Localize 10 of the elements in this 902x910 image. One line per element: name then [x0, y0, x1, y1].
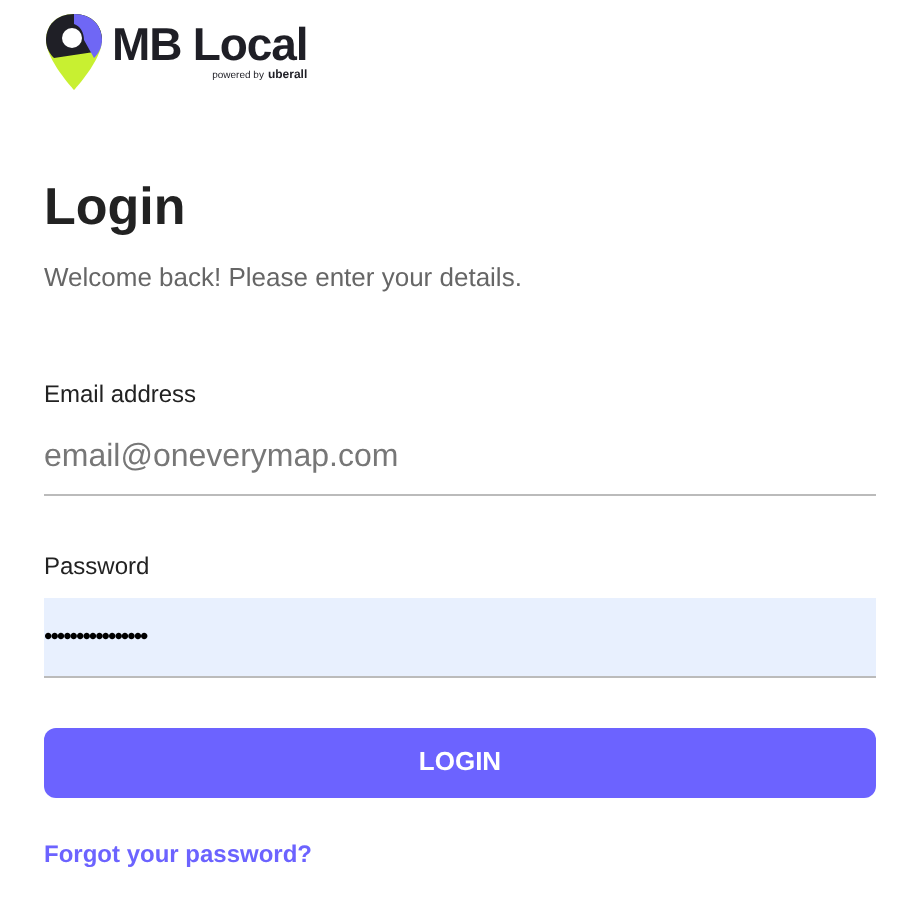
- password-field[interactable]: ••••••••••••••••: [44, 597, 876, 677]
- forgot-password-link[interactable]: Forgot your password?: [44, 835, 313, 871]
- field-label: Password: [44, 549, 152, 583]
- page-title: Login: [44, 180, 188, 232]
- subtitle: Welcome back! Please enter your details.: [44, 260, 524, 296]
- login-button[interactable]: LOGIN: [44, 727, 876, 797]
- field-label: Email address: [44, 377, 199, 411]
- email-field[interactable]: email@oneverymap.com: [44, 423, 876, 495]
- logo-text: MB Local: [112, 22, 308, 68]
- map-pin-icon: [44, 12, 104, 92]
